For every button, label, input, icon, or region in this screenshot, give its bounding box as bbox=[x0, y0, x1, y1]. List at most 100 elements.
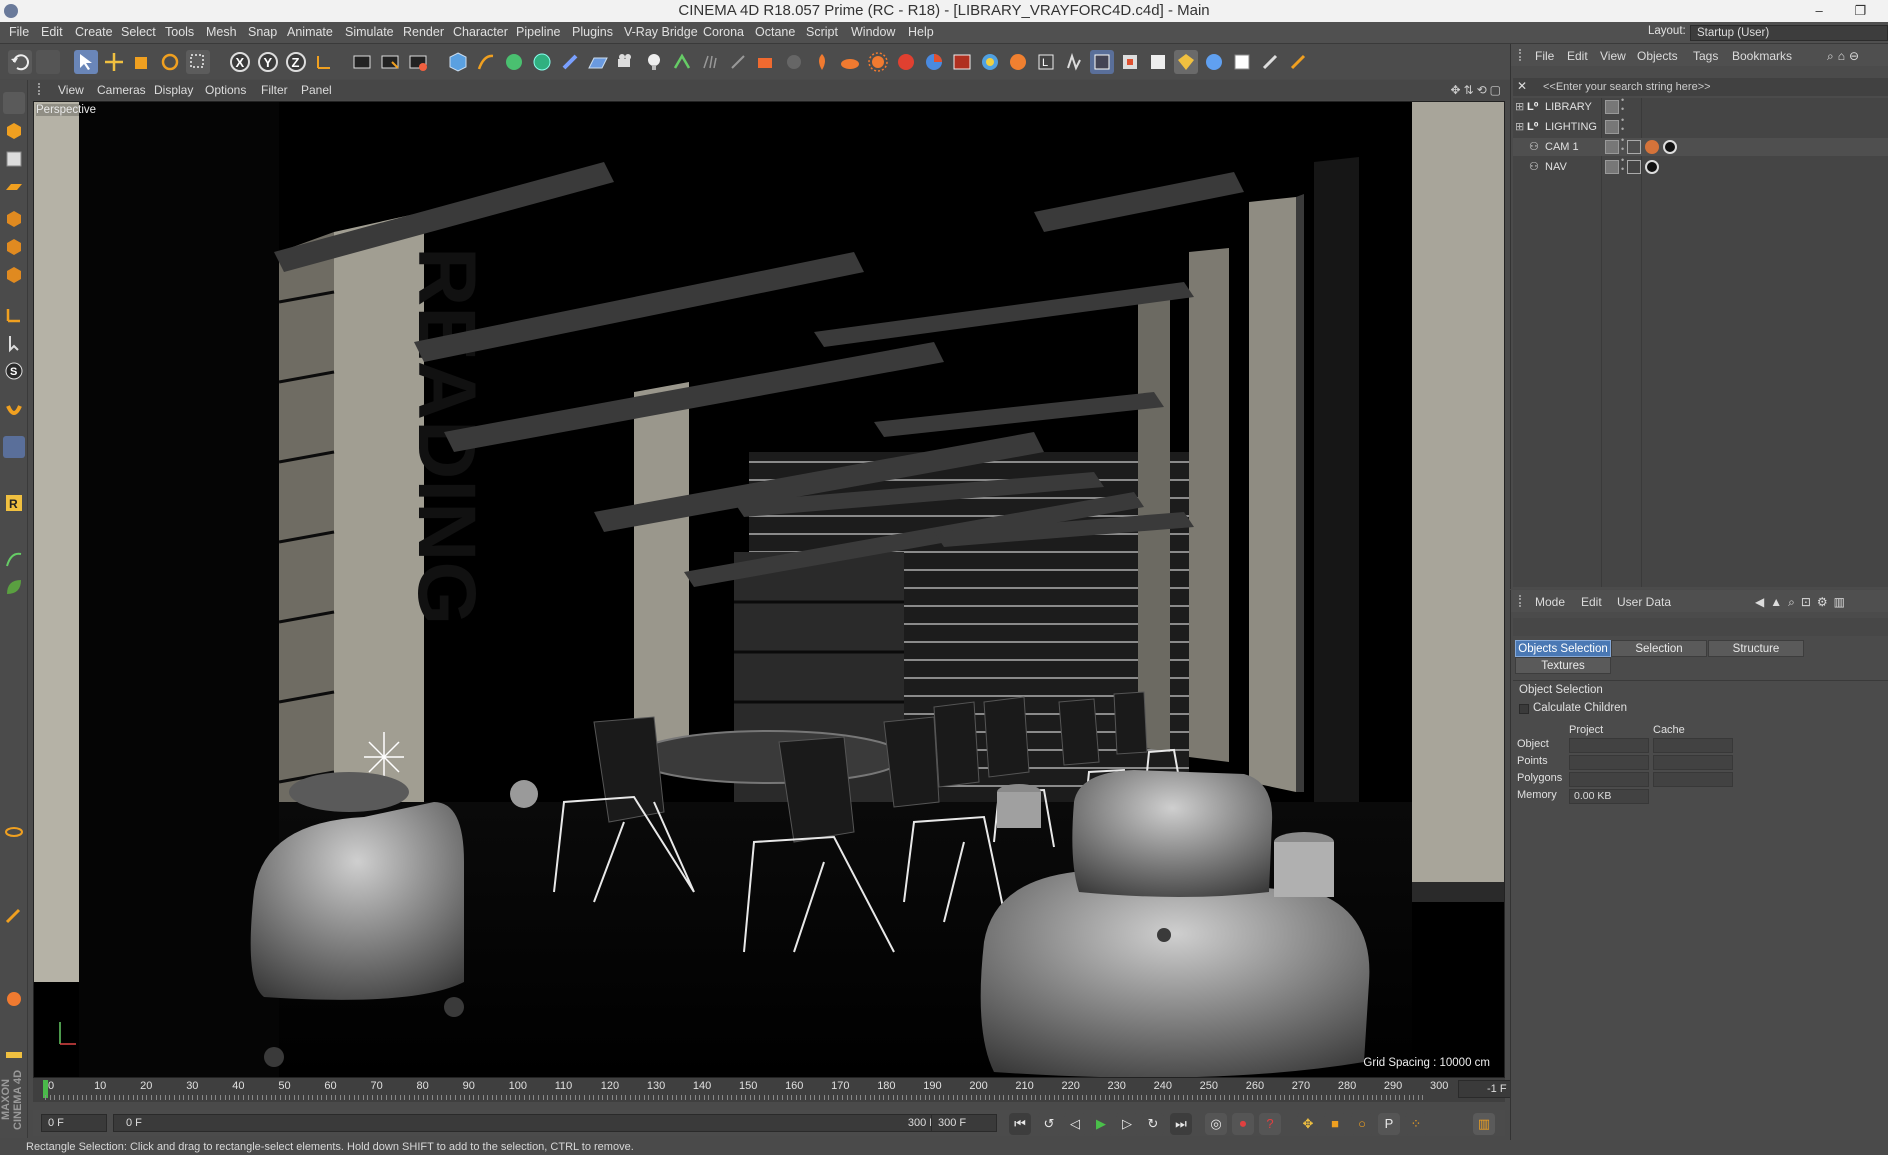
viewport-menu-filter[interactable]: Filter bbox=[261, 83, 288, 97]
record-icon[interactable] bbox=[3, 988, 25, 1010]
menu-snap[interactable]: Snap bbox=[248, 25, 277, 39]
viewport-menu-view[interactable]: View bbox=[58, 83, 84, 97]
expand-icon[interactable]: ⊞ bbox=[1515, 98, 1524, 116]
spline-pen-icon[interactable] bbox=[3, 548, 25, 570]
menu-mesh[interactable]: Mesh bbox=[206, 25, 237, 39]
visibility-toggle-icon[interactable] bbox=[1605, 140, 1619, 154]
tool-g-icon[interactable] bbox=[3, 848, 25, 870]
scale-icon[interactable] bbox=[130, 50, 154, 74]
tab-objects-selection[interactable]: Objects Selection bbox=[1515, 640, 1611, 657]
attr-menu-user-data[interactable]: User Data bbox=[1617, 595, 1671, 609]
live-selection-icon[interactable] bbox=[74, 50, 98, 74]
timeline-ruler[interactable]: 0 10 20 30 40 50 60 70 80 90 100 110 120 130 140 150 160… bbox=[33, 1078, 1536, 1102]
layout-select[interactable]: Startup (User) bbox=[1690, 25, 1888, 41]
menu-create[interactable]: Create bbox=[75, 25, 113, 39]
model-mode-icon[interactable] bbox=[3, 120, 25, 142]
deformer-icon[interactable] bbox=[558, 50, 582, 74]
menu-pipeline[interactable]: Pipeline bbox=[516, 25, 560, 39]
vray-proxy-icon[interactable] bbox=[782, 50, 806, 74]
tool-c-icon[interactable] bbox=[3, 696, 25, 718]
tab-textures[interactable]: Textures bbox=[1515, 657, 1611, 674]
go-to-end-icon[interactable]: ⏭ bbox=[1170, 1113, 1192, 1135]
menu-render[interactable]: Render bbox=[403, 25, 444, 39]
next-frame-icon[interactable]: ▷ bbox=[1116, 1113, 1138, 1135]
octane-camera-icon[interactable]: L bbox=[1034, 50, 1058, 74]
objects-menu-edit[interactable]: Edit bbox=[1567, 49, 1588, 63]
menu-help[interactable]: Help bbox=[908, 25, 934, 39]
octane-environment-icon[interactable] bbox=[1202, 50, 1226, 74]
panel-grip-icon[interactable] bbox=[38, 83, 48, 95]
expand-icon[interactable]: ⊞ bbox=[1515, 118, 1524, 136]
pin-icon[interactable] bbox=[3, 604, 25, 626]
object-row-library[interactable]: ⊞ L⁰ LIBRARY • • bbox=[1513, 96, 1888, 116]
workplane-lock-icon[interactable] bbox=[3, 436, 25, 458]
tool-e-icon[interactable] bbox=[3, 752, 25, 774]
previous-frame-icon[interactable]: ◁ bbox=[1064, 1113, 1086, 1135]
tool-i-icon[interactable] bbox=[3, 932, 25, 954]
mograph-icon[interactable] bbox=[670, 50, 694, 74]
x-axis-icon[interactable]: X bbox=[228, 50, 252, 74]
vray-camera-tag-icon[interactable] bbox=[1645, 140, 1659, 154]
visibility-toggle-icon[interactable] bbox=[1605, 100, 1619, 114]
close-search-icon[interactable]: ✕ bbox=[1517, 79, 1527, 93]
checker-tag-icon[interactable] bbox=[1627, 140, 1641, 154]
render-dots-icon[interactable]: • • bbox=[1621, 136, 1624, 154]
objects-menu-bookmarks[interactable]: Bookmarks bbox=[1732, 49, 1792, 63]
key-position-icon[interactable]: ✥ bbox=[1297, 1113, 1319, 1135]
max-time-field[interactable]: 300 F bbox=[931, 1114, 997, 1132]
objects-menu-file[interactable]: File bbox=[1535, 49, 1554, 63]
axis-mode-icon[interactable] bbox=[3, 304, 25, 326]
torus-icon[interactable] bbox=[3, 820, 25, 842]
vray-camera-icon[interactable] bbox=[754, 50, 778, 74]
viewport-navigation-icons[interactable]: ✥⇅⟲▢ bbox=[1450, 83, 1504, 97]
edges-mode-icon[interactable] bbox=[3, 236, 25, 258]
corona-light-icon[interactable] bbox=[1006, 50, 1030, 74]
move-icon[interactable] bbox=[102, 50, 126, 74]
texture-mode-icon[interactable] bbox=[3, 148, 25, 170]
octane-object-icon[interactable] bbox=[1230, 50, 1254, 74]
menu-edit[interactable]: Edit bbox=[41, 25, 63, 39]
rect-selection-icon[interactable] bbox=[186, 50, 210, 74]
tool-d-icon[interactable] bbox=[3, 724, 25, 746]
render-picture-viewer-icon[interactable] bbox=[378, 50, 402, 74]
object-row-cam1[interactable]: ⚇ CAM 1 • • bbox=[1513, 136, 1888, 156]
tab-structure[interactable]: Structure bbox=[1708, 640, 1804, 657]
octane-camera-tag-icon[interactable] bbox=[1645, 160, 1659, 174]
rotate-icon[interactable] bbox=[158, 50, 182, 74]
panel-grip-icon[interactable] bbox=[1519, 595, 1529, 607]
calculate-children-checkbox[interactable] bbox=[1519, 704, 1529, 714]
octane-settings-icon[interactable] bbox=[1118, 50, 1142, 74]
octane-camera-tag-icon[interactable] bbox=[1663, 140, 1677, 154]
objects-menu-view[interactable]: View bbox=[1600, 49, 1626, 63]
autokey-icon[interactable]: ◎ bbox=[1205, 1113, 1227, 1135]
render-region-icon[interactable]: R bbox=[3, 492, 25, 514]
vray-cloud-icon[interactable] bbox=[838, 50, 862, 74]
viewport-menu-options[interactable]: Options bbox=[205, 83, 246, 97]
next-key-icon[interactable]: ↻ bbox=[1142, 1113, 1164, 1135]
vray-dome-icon[interactable] bbox=[894, 50, 918, 74]
vray-sun-icon[interactable] bbox=[866, 50, 890, 74]
key-rotation-icon[interactable]: ○ bbox=[1351, 1113, 1373, 1135]
tab-selection[interactable]: Selection bbox=[1611, 640, 1707, 657]
pen-icon[interactable] bbox=[474, 50, 498, 74]
menu-script[interactable]: Script bbox=[806, 25, 838, 39]
key-scale-icon[interactable]: ■ bbox=[1324, 1113, 1346, 1135]
brush-icon[interactable] bbox=[3, 904, 25, 926]
menu-vray-bridge[interactable]: V-Ray Bridge bbox=[624, 25, 698, 39]
cube-icon[interactable] bbox=[446, 50, 470, 74]
vray-material-icon[interactable] bbox=[922, 50, 946, 74]
attr-menu-edit[interactable]: Edit bbox=[1581, 595, 1602, 609]
workplane-icon[interactable] bbox=[3, 176, 25, 198]
vray-light-icon[interactable] bbox=[810, 50, 834, 74]
visibility-toggle-icon[interactable] bbox=[1605, 160, 1619, 174]
objects-search-input[interactable]: <<Enter your search string here>> bbox=[1513, 78, 1888, 96]
key-parameter-icon[interactable]: P bbox=[1378, 1113, 1400, 1135]
points-mode-icon[interactable] bbox=[3, 208, 25, 230]
objects-search-home-icons[interactable]: ⌕⌂⊖ bbox=[1827, 49, 1863, 64]
object-row-nav[interactable]: ⚇ NAV • • bbox=[1513, 156, 1888, 176]
tool-a-icon[interactable] bbox=[3, 640, 25, 662]
object-row-lighting[interactable]: ⊞ L⁰ LIGHTING • • bbox=[1513, 116, 1888, 136]
coordinate-system-icon[interactable] bbox=[312, 50, 336, 74]
menu-simulate[interactable]: Simulate bbox=[345, 25, 394, 39]
play-icon[interactable]: ▶ bbox=[1090, 1113, 1112, 1135]
